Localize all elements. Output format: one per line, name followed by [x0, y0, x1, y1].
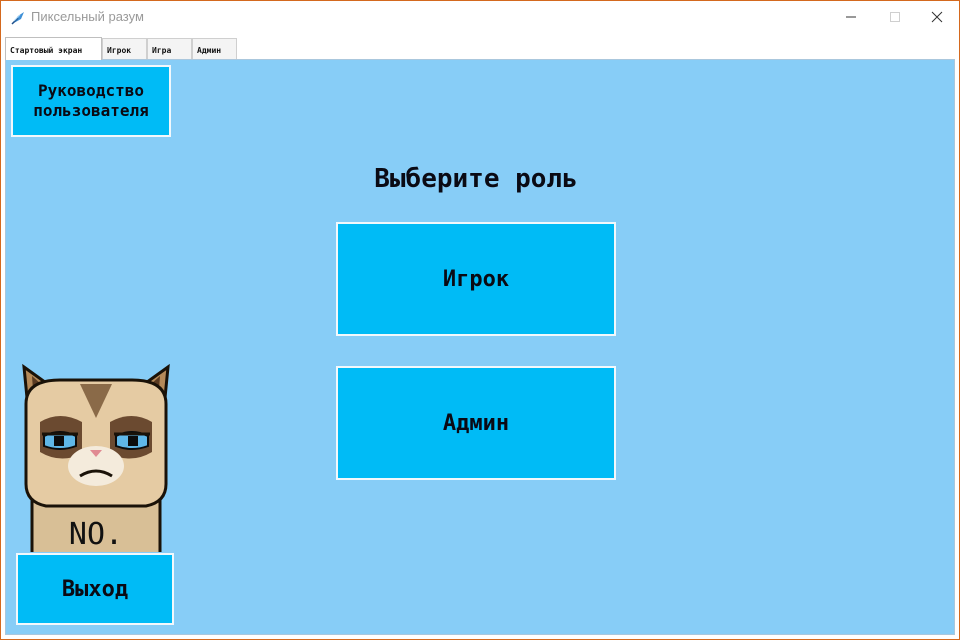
window-title: Пиксельный разум [31, 9, 144, 24]
cat-sign-text: NO. [69, 517, 123, 552]
grumpy-cat-image: NO. [20, 362, 172, 552]
tab-player[interactable]: Игрок [102, 38, 147, 59]
exit-button[interactable]: Выход [16, 553, 174, 625]
tab-label: Игра [152, 45, 172, 55]
exit-label: Выход [61, 576, 129, 602]
feather-icon [9, 9, 27, 27]
maximize-icon [889, 8, 901, 27]
maximize-button[interactable] [873, 1, 917, 34]
app-window: Пиксельный разум Стартовый экран Игрок И… [0, 0, 960, 640]
admin-role-button[interactable]: Админ [336, 366, 616, 480]
tab-strip: Стартовый экран Игрок Игра Админ [5, 37, 955, 60]
page-title: Выберите роль [374, 164, 578, 194]
admin-role-label: Админ [442, 410, 510, 436]
user-guide-button[interactable]: Руководство пользователя [11, 65, 171, 137]
tab-admin[interactable]: Админ [192, 38, 237, 59]
start-screen-panel: Руководство пользователя Выберите роль И… [5, 59, 955, 635]
minimize-button[interactable] [829, 1, 873, 34]
close-icon [931, 8, 943, 27]
tab-label: Админ [197, 45, 222, 55]
user-guide-label: Руководство пользователя [33, 81, 149, 120]
title-bar[interactable]: Пиксельный разум [1, 1, 959, 34]
minimize-icon [845, 8, 857, 27]
player-role-button[interactable]: Игрок [336, 222, 616, 336]
close-button[interactable] [915, 1, 959, 34]
player-role-label: Игрок [442, 266, 510, 292]
tab-start-screen[interactable]: Стартовый экран [5, 37, 102, 60]
tab-game[interactable]: Игра [147, 38, 192, 59]
tab-label: Стартовый экран [10, 45, 83, 55]
tab-label: Игрок [107, 45, 132, 55]
